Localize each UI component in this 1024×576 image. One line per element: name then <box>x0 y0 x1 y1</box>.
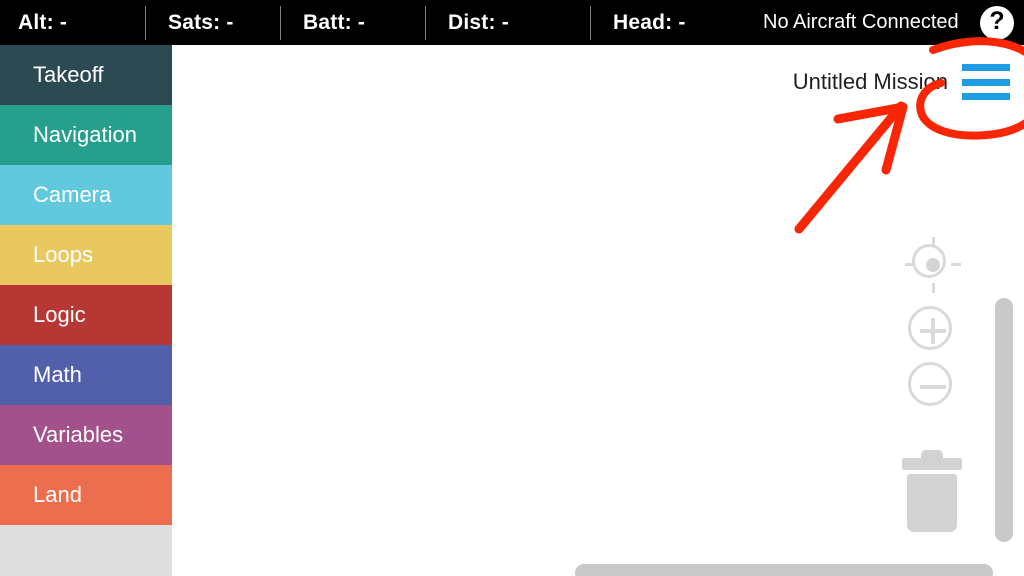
zoom-in-button[interactable] <box>905 303 961 359</box>
crosshair-tick-top <box>932 237 935 247</box>
crosshair-tick-left <box>905 263 915 266</box>
sidebar-item-math[interactable]: Math <box>0 345 172 405</box>
connection-status: No Aircraft Connected <box>763 11 959 33</box>
stat-satellites: Sats: - <box>146 0 280 45</box>
stat-altitude: Alt: - <box>0 0 145 45</box>
sidebar-item-label: Loops <box>33 242 93 267</box>
sidebar-item-label: Camera <box>33 182 112 207</box>
map-controls <box>905 237 961 415</box>
minus-icon <box>920 385 946 389</box>
stat-satellites-label: Sats: - <box>168 10 234 34</box>
category-sidebar: Takeoff Navigation Camera Loops Logic Ma… <box>0 45 172 576</box>
stat-altitude-label: Alt: - <box>18 10 68 34</box>
sidebar-item-land[interactable]: Land <box>0 465 172 525</box>
hamburger-bar-1 <box>962 64 1010 71</box>
sidebar-empty-area <box>0 525 172 576</box>
sidebar-item-label: Land <box>33 482 82 507</box>
stat-distance-label: Dist: - <box>448 10 509 34</box>
sidebar-item-label: Takeoff <box>33 62 104 87</box>
trash-button[interactable] <box>902 450 962 532</box>
stat-distance: Dist: - <box>426 0 590 45</box>
hamburger-icon[interactable] <box>962 64 1010 100</box>
locate-button[interactable] <box>905 237 961 293</box>
crosshair-tick-right <box>951 263 961 266</box>
sidebar-item-camera[interactable]: Camera <box>0 165 172 225</box>
help-button[interactable]: ? <box>980 5 1014 40</box>
hamburger-bar-3 <box>962 93 1010 100</box>
sidebar-item-label: Math <box>33 362 82 387</box>
question-mark-icon: ? <box>989 7 1005 35</box>
stat-heading: Head: - <box>591 0 737 45</box>
stat-battery: Batt: - <box>281 0 425 45</box>
stat-battery-label: Batt: - <box>303 10 366 34</box>
zoom-in-ring <box>908 306 952 350</box>
sidebar-item-label: Logic <box>33 302 86 327</box>
sidebar-item-label: Navigation <box>33 122 137 147</box>
zoom-out-button[interactable] <box>905 359 961 415</box>
sidebar-item-navigation[interactable]: Navigation <box>0 105 172 165</box>
workspace-canvas[interactable]: Untitled Mission <box>172 45 1024 576</box>
sidebar-item-loops[interactable]: Loops <box>0 225 172 285</box>
crosshair-center-dot <box>926 258 940 272</box>
zoom-out-ring <box>908 362 952 406</box>
vertical-scrollbar[interactable] <box>995 298 1013 542</box>
mission-bar: Untitled Mission <box>793 64 1010 100</box>
sidebar-item-takeoff[interactable]: Takeoff <box>0 45 172 105</box>
trash-icon-body <box>907 474 957 532</box>
stat-heading-label: Head: - <box>613 10 686 34</box>
status-bar: Alt: - Sats: - Batt: - Dist: - Head: - N… <box>0 0 1024 45</box>
sidebar-item-label: Variables <box>33 422 124 447</box>
horizontal-scrollbar[interactable] <box>575 564 993 576</box>
app-root: Alt: - Sats: - Batt: - Dist: - Head: - N… <box>0 0 1024 576</box>
plus-icon-vertical <box>931 318 935 344</box>
crosshair-tick-bottom <box>932 283 935 293</box>
sidebar-item-variables[interactable]: Variables <box>0 405 172 465</box>
mission-title[interactable]: Untitled Mission <box>793 69 948 95</box>
sidebar-item-logic[interactable]: Logic <box>0 285 172 345</box>
hamburger-bar-2 <box>962 78 1010 86</box>
trash-icon-lid <box>902 458 962 470</box>
